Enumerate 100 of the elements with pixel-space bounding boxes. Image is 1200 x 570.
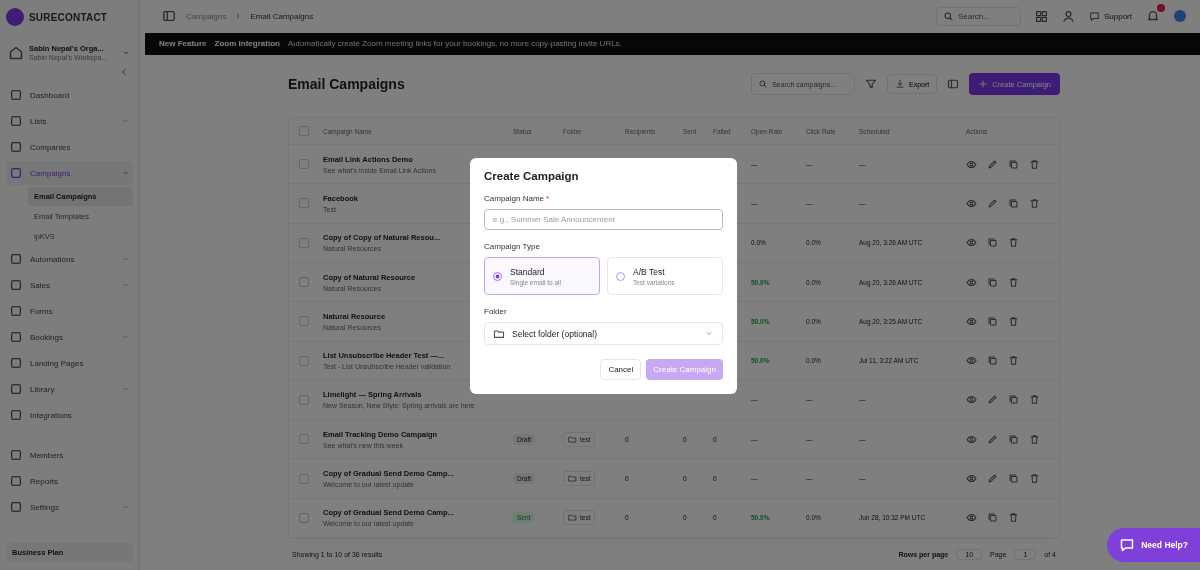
collapse-icon (119, 67, 129, 77)
trash-icon[interactable] (1029, 394, 1040, 406)
pencil-icon[interactable] (987, 197, 998, 209)
trash-icon[interactable] (1008, 315, 1019, 327)
checkbox[interactable] (299, 473, 309, 484)
trash-icon[interactable] (1029, 197, 1040, 209)
sidebar-item[interactable]: Settings (6, 495, 133, 519)
pencil-icon[interactable] (987, 473, 998, 485)
sidebar-item[interactable]: Dashboard (6, 83, 133, 107)
menu-item-icon (9, 252, 23, 266)
copy-icon[interactable] (1008, 473, 1019, 485)
trash-icon[interactable] (1008, 512, 1019, 524)
filter-icon[interactable] (865, 78, 877, 91)
sidebar-item[interactable]: Automations (6, 247, 133, 271)
search-field[interactable]: Search... (935, 6, 1021, 26)
eye-icon[interactable] (966, 197, 977, 209)
eye-icon[interactable] (966, 394, 977, 406)
folder-select[interactable]: Select folder (optional) (484, 322, 723, 345)
breadcrumb-link[interactable]: Email Campaigns (250, 11, 314, 21)
columns-icon[interactable] (947, 78, 960, 91)
trash-icon[interactable] (1008, 237, 1019, 249)
chat-icon (1088, 10, 1100, 22)
copy-icon[interactable] (987, 237, 998, 249)
plus-icon (978, 79, 989, 90)
checkbox[interactable] (299, 316, 309, 327)
eye-icon[interactable] (966, 355, 977, 367)
eye-icon[interactable] (966, 276, 977, 288)
menu-item-icon (9, 500, 23, 514)
sidebar-item[interactable]: Library (6, 377, 133, 401)
sidebar-item[interactable]: Integrations (6, 403, 133, 427)
sidebar-item[interactable]: Landing Pages (6, 351, 133, 375)
checkbox[interactable] (299, 198, 309, 209)
sidebar-item[interactable]: Bookings (6, 325, 133, 349)
banner-title: Zoom Integration (214, 39, 280, 49)
user-icon[interactable] (1061, 9, 1075, 23)
eye-icon[interactable] (966, 158, 977, 170)
eye-icon[interactable] (966, 433, 977, 445)
trash-icon[interactable] (1008, 276, 1019, 288)
sidebar-item[interactable]: Campaigns (6, 161, 133, 185)
avatar[interactable] (1174, 10, 1186, 23)
menu-item-icon (9, 140, 23, 154)
copy-icon[interactable] (1008, 158, 1019, 170)
checkbox[interactable] (299, 237, 309, 248)
trash-icon[interactable] (1029, 158, 1040, 170)
checkbox[interactable] (299, 394, 309, 405)
checkbox[interactable] (299, 159, 309, 170)
menu-item-icon (9, 114, 23, 128)
field-label: Campaign Name (484, 194, 545, 203)
copy-icon[interactable] (1008, 433, 1019, 445)
radio-button[interactable] (493, 271, 502, 281)
building-icon (8, 44, 24, 61)
copy-icon[interactable] (1008, 394, 1019, 406)
menu-item-icon (9, 448, 23, 462)
need-help-button[interactable]: Need Help? (1107, 528, 1200, 562)
menu-item-icon (9, 330, 23, 344)
sidebar-item[interactable]: Reports (6, 469, 133, 493)
required-mark: * (546, 194, 550, 203)
option-title: Standard (510, 266, 546, 277)
checkbox[interactable] (299, 355, 309, 366)
eye-icon[interactable] (966, 237, 977, 249)
pencil-icon[interactable] (987, 158, 998, 170)
input-field[interactable]: e.g., Summer Sale Announcement (484, 209, 723, 230)
grid-icon[interactable] (1034, 9, 1048, 23)
sidebar-item[interactable]: Sales (6, 273, 133, 297)
folder-icon (568, 513, 577, 523)
download-icon (895, 79, 905, 90)
copy-icon[interactable] (987, 276, 998, 288)
eye-icon[interactable] (966, 315, 977, 327)
chat-icon (1119, 537, 1136, 553)
trash-icon[interactable] (1029, 473, 1040, 485)
menu-item-icon (9, 278, 23, 292)
field-label: Campaign Type (484, 242, 541, 251)
copy-icon[interactable] (987, 355, 998, 367)
sidebar-item[interactable]: Lists (6, 109, 133, 133)
pencil-icon[interactable] (987, 394, 998, 406)
support-button[interactable]: Support (1088, 10, 1132, 22)
menu-item-icon (9, 474, 23, 488)
option-title: A/B Test (633, 266, 666, 277)
folder-icon (493, 327, 505, 340)
search-icon (758, 79, 769, 90)
copy-icon[interactable] (987, 512, 998, 524)
sidebar-item[interactable]: Forms (6, 299, 133, 323)
trash-icon[interactable] (1008, 355, 1019, 367)
sidebar-toggle-icon[interactable] (162, 9, 176, 24)
copy-icon[interactable] (987, 315, 998, 327)
pencil-icon[interactable] (987, 433, 998, 445)
eye-icon[interactable] (966, 512, 977, 524)
checkbox[interactable] (299, 434, 309, 445)
sidebar-item[interactable]: Members (6, 443, 133, 467)
checkbox[interactable] (299, 126, 309, 137)
eye-icon[interactable] (966, 473, 977, 485)
copy-icon[interactable] (1008, 197, 1019, 209)
menu-item-icon (9, 408, 23, 422)
logo-icon (6, 8, 24, 26)
checkbox[interactable] (299, 277, 309, 288)
trash-icon[interactable] (1029, 433, 1040, 445)
search-icon (942, 10, 954, 22)
checkbox[interactable] (299, 512, 309, 523)
cancel-button[interactable]: Cancel (600, 359, 642, 380)
sidebar-item[interactable]: Companies (6, 135, 133, 159)
